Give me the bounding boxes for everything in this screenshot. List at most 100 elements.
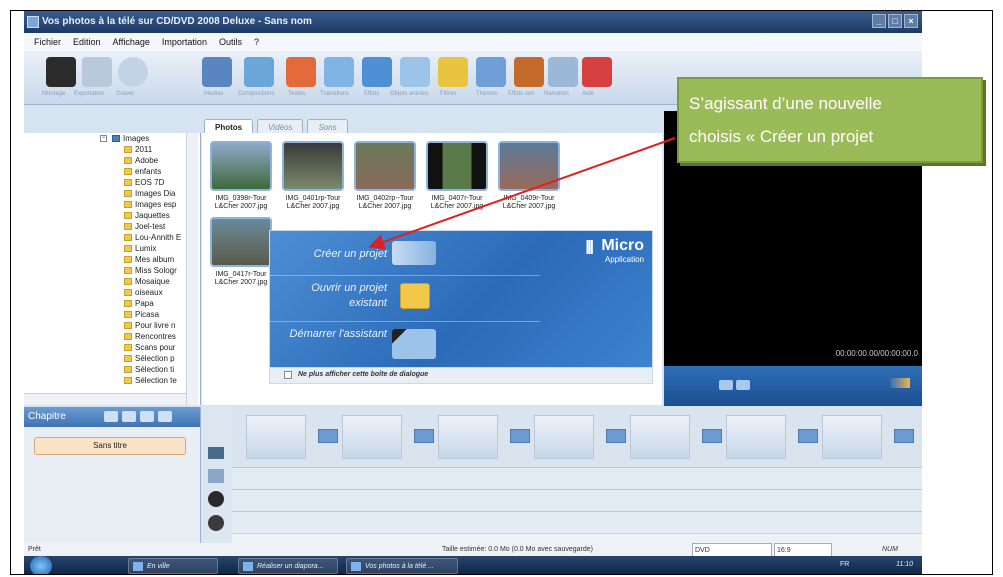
open-project-option[interactable]: Ouvrir un projet existant	[275, 281, 387, 311]
narration-icon[interactable]	[548, 57, 578, 87]
timeline-slot[interactable]	[726, 415, 786, 459]
menu-outils[interactable]: Outils	[219, 33, 242, 51]
taskbar-item-en-ville[interactable]: En ville	[128, 558, 218, 574]
tree-item[interactable]: Images Dia	[124, 188, 175, 199]
transitions-icon[interactable]	[324, 57, 354, 87]
chapter-header: Chapitre	[24, 407, 200, 427]
tree-item[interactable]: Scans pour	[124, 342, 175, 353]
tree-item[interactable]: Adobe	[124, 155, 158, 166]
transition-slot[interactable]	[414, 429, 434, 443]
menu-bar: Fichier Edition Affichage Importation Ou…	[24, 33, 922, 51]
volume-icon[interactable]	[890, 378, 910, 388]
chapter-item[interactable]: Sans titre	[34, 437, 186, 455]
menu-affichage[interactable]: Affichage	[113, 33, 150, 51]
tree-item[interactable]: Joel-test	[124, 221, 165, 232]
tree-item[interactable]: Miss Sologr	[124, 265, 177, 276]
transition-slot[interactable]	[798, 429, 818, 443]
transition-slot[interactable]	[510, 429, 530, 443]
tree-horizontal-scrollbar[interactable]	[24, 393, 186, 405]
tree-item[interactable]: Images esp	[124, 199, 176, 210]
collapse-toggle[interactable]: −	[100, 135, 107, 142]
timeline-slot[interactable]	[822, 415, 882, 459]
folder-icon	[124, 256, 132, 263]
clapper-icon[interactable]	[46, 57, 76, 87]
transition-slot[interactable]	[606, 429, 626, 443]
photo-caption: IMG_0402rp--Tour L&Cher 2007.jpg	[351, 195, 419, 211]
themes-icon[interactable]	[476, 57, 506, 87]
photo-caption-line: L&Cher 2007.jpg	[430, 203, 484, 210]
photo-thumbnail[interactable]	[210, 141, 272, 191]
timeline-scrollbar[interactable]	[232, 533, 922, 543]
photo-thumbnail[interactable]	[354, 141, 416, 191]
delete-chapter-icon[interactable]	[122, 411, 136, 422]
tree-item[interactable]: Sélection te	[124, 375, 177, 386]
photo-thumbnail[interactable]	[498, 141, 560, 191]
tree-item[interactable]: Jaquettes	[124, 210, 170, 221]
text-track[interactable]	[232, 467, 922, 489]
folder-icon	[124, 190, 132, 197]
transition-slot[interactable]	[318, 429, 338, 443]
photo-caption: IMG_0398r-Tour L&Cher 2007.jpg	[207, 195, 275, 211]
transition-slot[interactable]	[894, 429, 914, 443]
folder-icon	[124, 212, 132, 219]
menu-edition[interactable]: Edition	[73, 33, 101, 51]
tree-item[interactable]: Sélection p	[124, 353, 175, 364]
timeline-slot[interactable]	[630, 415, 690, 459]
taskbar-item-vos-photos[interactable]: Vos photos à la télé ...	[346, 558, 458, 574]
timeline-slot[interactable]	[246, 415, 306, 459]
close-button[interactable]: ×	[904, 14, 918, 28]
tree-item[interactable]: 2011	[124, 144, 152, 155]
tree-item-label: Sélection ti	[135, 365, 175, 374]
tree-item[interactable]: Papa	[124, 298, 154, 309]
help-icon[interactable]	[582, 57, 612, 87]
tree-vertical-scrollbar[interactable]	[186, 133, 198, 405]
start-wizard-option[interactable]: Démarrer l'assistant	[275, 327, 387, 342]
compositions-icon[interactable]	[244, 57, 274, 87]
tree-item[interactable]: Lumix	[124, 243, 156, 254]
stop-button[interactable]	[719, 380, 733, 390]
photo-thumbnail[interactable]	[426, 141, 488, 191]
tree-item[interactable]: Picasa	[124, 309, 159, 320]
tree-root[interactable]: Images	[112, 133, 149, 144]
narration-track[interactable]	[232, 511, 922, 533]
language-indicator[interactable]: FR	[840, 561, 849, 568]
tree-item[interactable]: Rencontres	[124, 331, 176, 342]
add-chapter-icon[interactable]	[104, 411, 118, 422]
taskbar-item-diaporama[interactable]: Réaliser un diapora...	[238, 558, 338, 574]
move-up-icon[interactable]	[140, 411, 154, 422]
timeline-slot[interactable]	[342, 415, 402, 459]
media-icon[interactable]	[202, 57, 232, 87]
export-icon[interactable]	[82, 57, 112, 87]
tree-item[interactable]: Lou-Annith E	[124, 232, 181, 243]
tree-item[interactable]: enfants	[124, 166, 161, 177]
photo-thumbnail[interactable]	[210, 217, 272, 267]
dont-show-again-checkbox[interactable]	[284, 371, 292, 379]
burn-disc-icon[interactable]	[118, 57, 148, 87]
menu-fichier[interactable]: Fichier	[34, 33, 61, 51]
menu-importation[interactable]: Importation	[162, 33, 207, 51]
text-icon[interactable]	[286, 57, 316, 87]
animated-objects-icon[interactable]	[400, 57, 430, 87]
minimize-button[interactable]: _	[872, 14, 886, 28]
move-down-icon[interactable]	[158, 411, 172, 422]
tree-item[interactable]: Pour livre n	[124, 320, 175, 331]
sound-effects-icon[interactable]	[514, 57, 544, 87]
music-track[interactable]	[232, 489, 922, 511]
timeline-slot[interactable]	[438, 415, 498, 459]
filters-icon[interactable]	[438, 57, 468, 87]
tree-item[interactable]: Sélection ti	[124, 364, 174, 375]
tree-item[interactable]: Mosaique	[124, 276, 170, 287]
effects-icon[interactable]	[362, 57, 392, 87]
tree-item[interactable]: oiseaux	[124, 287, 163, 298]
play-button[interactable]	[736, 380, 750, 390]
transition-slot[interactable]	[702, 429, 722, 443]
maximize-button[interactable]: □	[888, 14, 902, 28]
create-project-option[interactable]: Créer un projet	[275, 247, 387, 262]
start-button[interactable]	[30, 556, 52, 574]
timeline-slot[interactable]	[534, 415, 594, 459]
tree-item[interactable]: EOS 7D	[124, 177, 164, 188]
photo-thumbnail[interactable]	[282, 141, 344, 191]
tree-item[interactable]: Mes album	[124, 254, 174, 265]
menu-help[interactable]: ?	[254, 33, 259, 51]
toolbar-label: Textes	[288, 91, 306, 97]
